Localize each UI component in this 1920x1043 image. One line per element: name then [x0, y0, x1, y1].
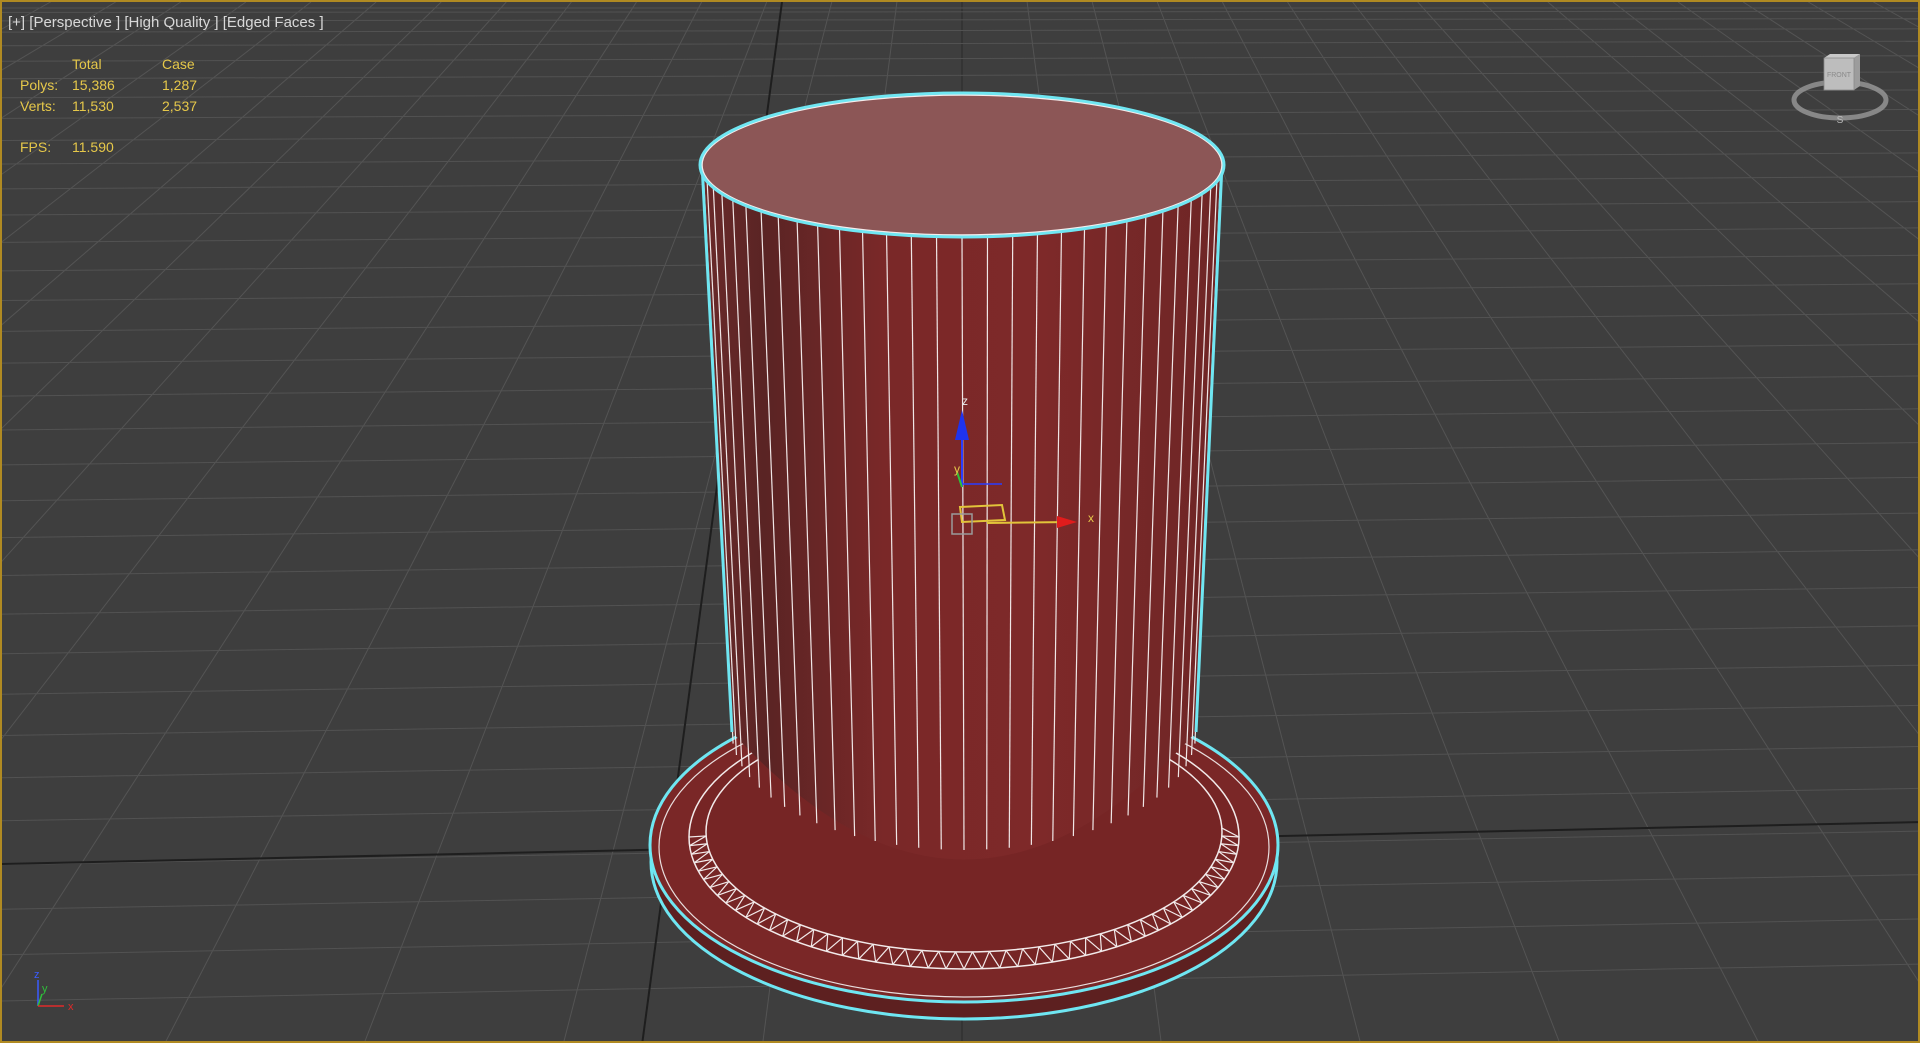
grid-line	[2, 2, 377, 326]
grid-line	[2, 2, 572, 740]
viewcube-right-face[interactable]	[1854, 54, 1860, 90]
stats-polys-total: 15,386	[72, 77, 115, 93]
stats-polys-label: Polys:	[20, 77, 59, 93]
gizmo-x-label: x	[1088, 511, 1094, 525]
grid-line	[2, 2, 182, 119]
stats-fps-value: 11.590	[72, 139, 114, 155]
grid-line	[1352, 2, 1918, 735]
grid-line	[2, 2, 247, 175]
triad-x-label: x	[68, 1001, 74, 1013]
gizmo-z-label: z	[962, 394, 968, 408]
viewcube-compass-south[interactable]: S	[1837, 115, 1844, 126]
viewport-menu-plus[interactable]: [+]	[8, 14, 25, 31]
viewport-quality-menu[interactable]: [High Quality ]	[124, 14, 218, 31]
viewport-label[interactable]: [+] [Perspective ] [High Quality ] [Edge…	[8, 14, 324, 31]
grid-line	[1873, 2, 1918, 28]
grid-line	[2, 2, 637, 988]
grid-line	[1677, 2, 1918, 172]
stats-total-header: Total	[72, 56, 102, 72]
triad-z-label: z	[34, 969, 40, 981]
case-object[interactable]	[648, 91, 1280, 1021]
stats-fps-label: FPS:	[20, 139, 52, 155]
viewport-shading-menu[interactable]: [Edged Faces ]	[223, 14, 324, 31]
grid-line	[1482, 2, 1918, 425]
grid-line	[1612, 2, 1918, 240]
grid-line	[2, 55, 1918, 62]
grid-line	[165, 2, 703, 1041]
stats-verts-row: Verts: 11,530 2,537	[20, 96, 242, 117]
stats-fps-row: FPS: 11.590	[20, 137, 242, 158]
cylinder-edge	[986, 234, 989, 850]
stats-verts-label: Verts:	[20, 98, 56, 114]
viewcube-front-label: FRONT	[1827, 72, 1852, 79]
stats-case-header: Case	[162, 56, 195, 72]
viewcube[interactable]: FRONT S	[1788, 50, 1892, 126]
scene-statistics: Total Case Polys: 15,386 1,287 Verts: 11…	[20, 54, 242, 158]
cylinder-top-cap	[701, 94, 1223, 236]
triad-y-label: y	[42, 983, 48, 995]
stats-header-row: Total Case	[20, 54, 242, 75]
grid-line	[1547, 2, 1918, 322]
viewport-view-menu[interactable]: [Perspective ]	[29, 14, 120, 31]
grid-line	[2, 2, 442, 429]
grid-line	[1417, 2, 1918, 558]
grid-line	[2, 10, 1918, 13]
stats-polys-case: 1,287	[162, 77, 198, 93]
viewcube-top-face[interactable]	[1824, 54, 1860, 58]
viewport-scene[interactable]: z y x	[2, 2, 1920, 1043]
gizmo-y-label: y	[954, 462, 960, 476]
grid-line	[2, 2, 507, 562]
stats-polys-row: Polys: 15,386 1,287	[20, 75, 242, 96]
grid-line	[1808, 2, 1918, 69]
stats-verts-case: 2,537	[162, 98, 198, 114]
world-axis-triad: z y x	[34, 969, 74, 1013]
grid-line	[2, 2, 51, 30]
grid-line	[2, 40, 1918, 47]
grid-line	[2, 2, 312, 243]
grid-line	[1221, 2, 1759, 1041]
grid-line	[2, 2, 116, 71]
grid-line	[1287, 2, 1918, 982]
stats-verts-total: 11,530	[72, 98, 114, 114]
grid-line	[1742, 2, 1918, 116]
perspective-viewport[interactable]: z y x [+] [Perspective ] [High Quality ]…	[0, 0, 1920, 1043]
